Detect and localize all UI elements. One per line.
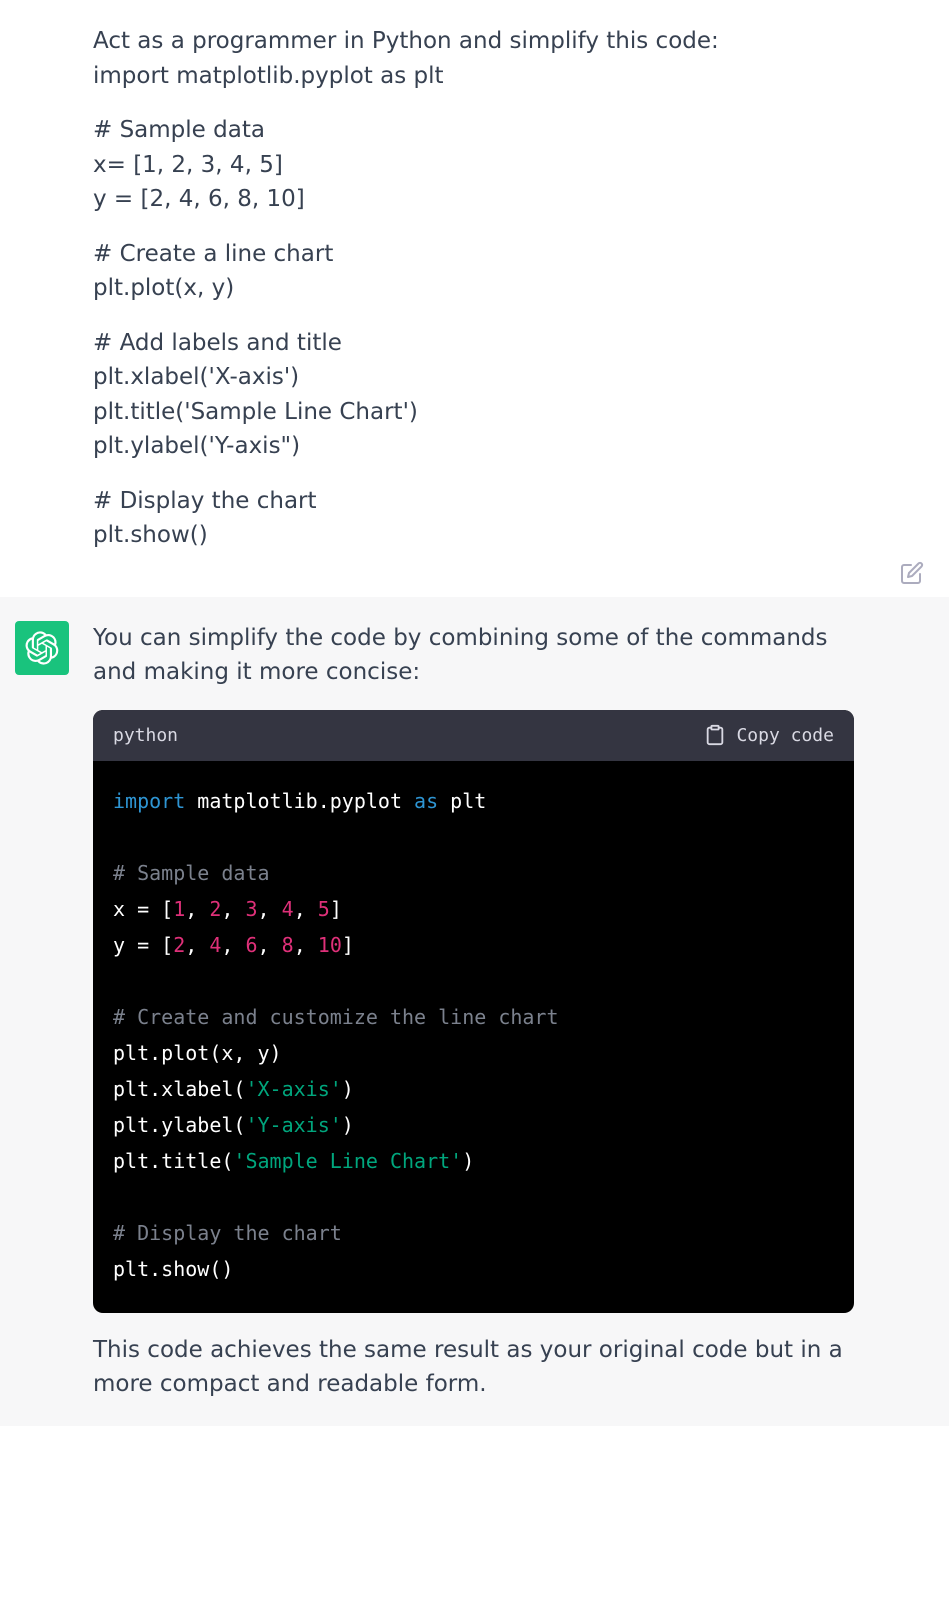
user-text: plt.xlabel('X-axis'): [93, 364, 299, 390]
code-block: python Copy code import matplotlib.pyplo…: [93, 710, 854, 1313]
user-text: # Add labels and title: [93, 330, 342, 356]
assistant-message: You can simplify the code by combining s…: [0, 597, 949, 1426]
user-text: y = [2, 4, 6, 8, 10]: [93, 186, 305, 212]
clipboard-icon: [704, 724, 726, 746]
user-text: # Display the chart: [93, 488, 317, 514]
user-message: Act as a programmer in Python and simpli…: [0, 0, 949, 597]
assistant-content: You can simplify the code by combining s…: [93, 621, 854, 1402]
code-content: import matplotlib.pyplot as plt # Sample…: [93, 761, 854, 1313]
assistant-outro: This code achieves the same result as yo…: [93, 1333, 854, 1402]
user-text: Act as a programmer in Python and simpli…: [93, 28, 719, 54]
assistant-avatar: [15, 621, 69, 675]
copy-code-label: Copy code: [736, 722, 834, 749]
assistant-intro: You can simplify the code by combining s…: [93, 621, 854, 690]
user-text: plt.ylabel('Y-axis"): [93, 433, 300, 459]
edit-icon[interactable]: [900, 561, 924, 585]
user-text: # Create a line chart: [93, 241, 333, 267]
code-block-header: python Copy code: [93, 710, 854, 761]
code-lang-label: python: [113, 722, 178, 749]
user-text: plt.title('Sample Line Chart'): [93, 399, 418, 425]
user-content: Act as a programmer in Python and simpli…: [93, 24, 854, 573]
user-text: x= [1, 2, 3, 4, 5]: [93, 152, 283, 178]
user-text: # Sample data: [93, 117, 265, 143]
user-text: plt.plot(x, y): [93, 275, 234, 301]
user-text: import matplotlib.pyplot as plt: [93, 63, 444, 89]
copy-code-button[interactable]: Copy code: [704, 722, 834, 749]
user-text: plt.show(): [93, 522, 208, 548]
